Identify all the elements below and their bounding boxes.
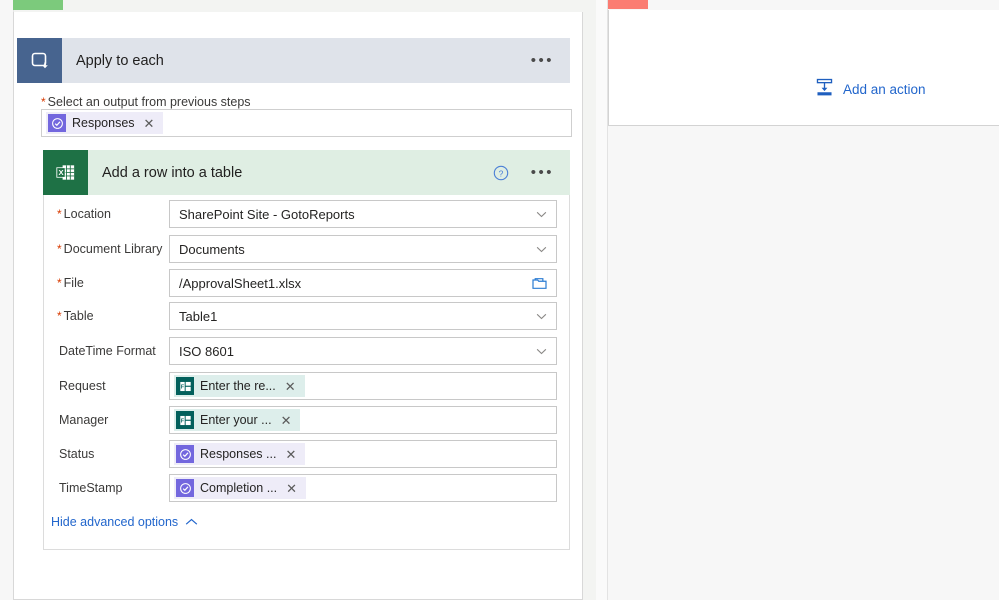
select-output-label: * Select an output from previous steps <box>41 95 251 109</box>
field-label-datetime-format: DateTime Format <box>59 344 156 358</box>
add-row-into-table-title: Add a row into a table <box>102 164 243 181</box>
field-row-timestamp: TimeStamp Completion ... ✕ <box>57 474 557 502</box>
apply-to-each-header[interactable]: Apply to each ••• <box>17 38 570 83</box>
required-asterisk: * <box>57 242 62 256</box>
required-asterisk: * <box>57 309 62 323</box>
field-label-manager: Manager <box>59 413 109 427</box>
svg-text:X: X <box>58 168 64 177</box>
approvals-icon <box>176 445 194 463</box>
request-input[interactable]: F Enter the re... ✕ <box>169 372 557 400</box>
table-value: Table1 <box>179 308 218 324</box>
field-label-status: Status <box>59 447 95 461</box>
right-card-accent-bar <box>608 0 648 9</box>
add-an-action-button[interactable]: Add an action <box>815 78 926 100</box>
close-icon[interactable]: ✕ <box>272 414 299 427</box>
token-label: Responses ... <box>200 447 277 461</box>
svg-text:?: ? <box>498 168 503 178</box>
field-label-table: * Table <box>57 309 94 323</box>
field-row-manager: Manager F Enter your ... ✕ <box>57 406 557 434</box>
field-row-document-library: * Document Library Documents <box>57 235 557 263</box>
svg-text:F: F <box>180 384 183 390</box>
field-row-datetime-format: DateTime Format ISO 8601 <box>57 337 557 365</box>
add-an-action-label: Add an action <box>843 81 926 97</box>
apply-to-each-accent-bar <box>13 0 63 10</box>
location-value: SharePoint Site - GotoReports <box>179 206 355 222</box>
datetime-format-value: ISO 8601 <box>179 343 234 359</box>
close-icon[interactable]: ✕ <box>135 117 162 130</box>
token-status[interactable]: Responses ... ✕ <box>174 443 306 465</box>
token-label: Enter the re... <box>200 379 276 393</box>
excel-icon: X <box>43 150 88 195</box>
token-request[interactable]: F Enter the re... ✕ <box>174 375 305 397</box>
required-asterisk: * <box>41 95 46 109</box>
document-library-dropdown[interactable]: Documents <box>169 235 557 263</box>
field-row-file: * File /ApprovalSheet1.xlsx <box>57 269 557 297</box>
field-row-location: * Location SharePoint Site - GotoReports <box>57 200 557 228</box>
file-value: /ApprovalSheet1.xlsx <box>179 275 302 291</box>
close-icon[interactable]: ✕ <box>276 448 303 461</box>
token-label: Enter your ... <box>200 413 272 427</box>
right-canvas-divider <box>596 0 608 600</box>
chevron-down-icon[interactable] <box>527 211 556 218</box>
help-circle-icon[interactable]: ? <box>493 165 515 181</box>
chevron-down-icon[interactable] <box>527 348 556 355</box>
chevron-up-icon <box>185 515 198 529</box>
hide-advanced-options-link[interactable]: Hide advanced options <box>51 515 198 529</box>
file-input[interactable]: /ApprovalSheet1.xlsx <box>169 269 557 297</box>
right-branch-card <box>608 10 999 126</box>
location-dropdown[interactable]: SharePoint Site - GotoReports <box>169 200 557 228</box>
folder-icon[interactable] <box>523 277 556 290</box>
apply-to-each-menu-icon[interactable]: ••• <box>515 53 570 68</box>
datetime-format-dropdown[interactable]: ISO 8601 <box>169 337 557 365</box>
forms-icon: F <box>176 411 194 429</box>
apply-to-each-title: Apply to each <box>76 52 164 69</box>
canvas-scrollbar-rail[interactable] <box>0 0 14 600</box>
hide-advanced-options-label: Hide advanced options <box>51 515 179 529</box>
add-row-into-table-header[interactable]: X Add a row into a table ? ••• <box>43 150 570 195</box>
field-row-status: Status Responses ... ✕ <box>57 440 557 468</box>
right-branch-canvas: Add an action <box>596 0 999 600</box>
select-output-input[interactable]: Responses ✕ <box>41 109 572 137</box>
token-label: Completion ... <box>200 481 278 495</box>
field-label-file: * File <box>57 276 84 290</box>
chevron-down-icon[interactable] <box>527 313 556 320</box>
field-row-request: Request F Enter the re... ✕ <box>57 372 557 400</box>
forms-icon: F <box>176 377 194 395</box>
manager-input[interactable]: F Enter your ... ✕ <box>169 406 557 434</box>
table-dropdown[interactable]: Table1 <box>169 302 557 330</box>
close-icon[interactable]: ✕ <box>276 380 303 393</box>
approvals-icon <box>48 114 66 132</box>
field-row-table: * Table Table1 <box>57 302 557 330</box>
status-input[interactable]: Responses ... ✕ <box>169 440 557 468</box>
field-label-location: * Location <box>57 207 111 221</box>
chevron-down-icon[interactable] <box>527 246 556 253</box>
timestamp-input[interactable]: Completion ... ✕ <box>169 474 557 502</box>
select-output-label-text: Select an output from previous steps <box>47 95 251 109</box>
field-label-document-library: * Document Library <box>57 242 163 256</box>
close-icon[interactable]: ✕ <box>277 482 304 495</box>
required-asterisk: * <box>57 276 62 290</box>
insert-step-icon <box>815 78 834 100</box>
required-asterisk: * <box>57 207 62 221</box>
token-timestamp[interactable]: Completion ... ✕ <box>174 477 307 499</box>
token-label: Responses <box>72 116 135 130</box>
field-label-request: Request <box>59 379 106 393</box>
field-label-timestamp: TimeStamp <box>59 481 123 495</box>
token-manager[interactable]: F Enter your ... ✕ <box>174 409 301 431</box>
approvals-icon <box>176 479 194 497</box>
loop-icon <box>17 38 62 83</box>
add-row-into-table-menu-icon[interactable]: ••• <box>515 165 570 180</box>
document-library-value: Documents <box>179 241 245 257</box>
flow-designer-canvas: Apply to each ••• * Select an output from… <box>0 0 596 600</box>
svg-text:F: F <box>180 418 183 424</box>
token-responses[interactable]: Responses ✕ <box>46 112 164 134</box>
